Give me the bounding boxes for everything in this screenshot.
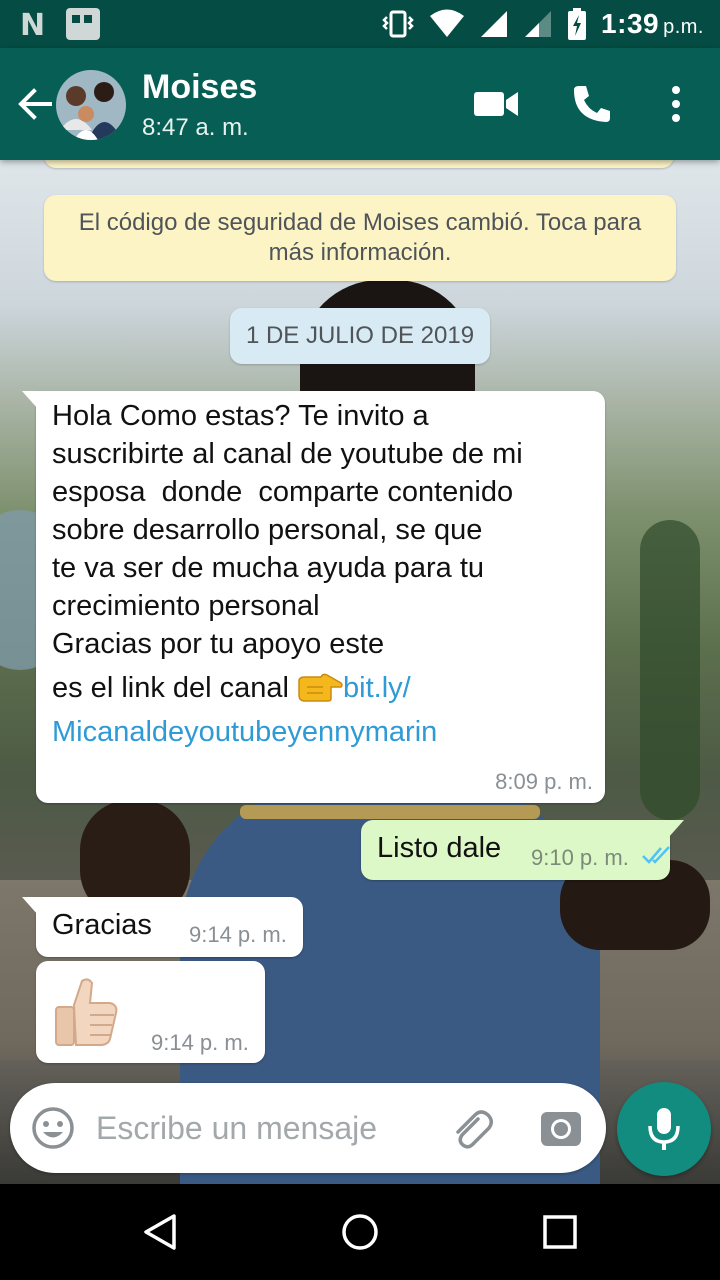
signal-icon (481, 11, 508, 37)
message-input[interactable] (96, 1105, 436, 1151)
wifi-icon (430, 9, 465, 37)
last-seen: 8:47 a. m. (142, 114, 249, 141)
security-code-notice[interactable]: El código de seguridad de Moises cambió.… (44, 195, 676, 281)
clock: 1:39 p.m. (601, 8, 704, 39)
date-separator: 1 DE JULIO DE 2019 (230, 308, 490, 364)
nav-back-icon[interactable] (140, 1212, 180, 1252)
back-arrow-icon[interactable] (14, 84, 54, 124)
mic-icon (648, 1108, 680, 1150)
phone-icon[interactable] (570, 82, 614, 126)
system-nav-bar (0, 1184, 720, 1280)
pointing-right-emoji (298, 673, 343, 702)
incoming-message[interactable]: Gracias 9:14 p. m. (22, 897, 303, 957)
more-vert-icon[interactable] (660, 82, 692, 126)
n-notification-icon: N (20, 8, 46, 43)
video-call-icon[interactable] (472, 84, 520, 124)
nav-home-icon[interactable] (340, 1212, 380, 1252)
attach-icon[interactable] (448, 1105, 496, 1153)
message-time: 9:10 p. m. (531, 845, 629, 870)
outgoing-message[interactable]: Listo dale 9:10 p. m. (361, 820, 684, 880)
incoming-message[interactable]: Hola Como estas? Te invito a suscribirte… (22, 391, 605, 803)
message-time: 9:14 p. m. (189, 922, 287, 947)
status-bar: N 1:39 p.m. (0, 0, 720, 48)
message-text: Listo dale (377, 832, 502, 864)
message-time: 9:14 p. m. (151, 1030, 249, 1055)
link-part-2[interactable]: Micanaldeyoutubeyennymarin (52, 713, 592, 751)
emoji-icon[interactable] (30, 1105, 76, 1151)
camera-icon[interactable] (540, 1107, 582, 1149)
vibrate-icon (382, 10, 414, 38)
nav-recents-icon[interactable] (540, 1212, 580, 1252)
message-composer (10, 1083, 606, 1173)
status-icons: 1:39 p.m. (381, 4, 704, 44)
voice-message-button[interactable] (617, 1082, 711, 1176)
chat-header: Moises 8:47 a. m. (0, 48, 720, 160)
avatar[interactable] (56, 70, 126, 140)
gallery-notification-icon (66, 8, 100, 40)
incoming-message[interactable]: 9:14 p. m. (36, 961, 265, 1063)
message-text: Hola Como estas? Te invito a suscribirte… (52, 397, 592, 751)
message-text: Gracias (52, 909, 152, 941)
link-part-1[interactable]: bit.ly/ (343, 672, 411, 704)
contact-name[interactable]: Moises (142, 68, 257, 107)
signal-icon-2 (525, 11, 552, 37)
read-double-check-icon (642, 846, 670, 864)
message-time: 8:09 p. m. (495, 769, 593, 794)
battery-charging-icon (568, 8, 587, 40)
thumbs-up-emoji (55, 978, 118, 1046)
